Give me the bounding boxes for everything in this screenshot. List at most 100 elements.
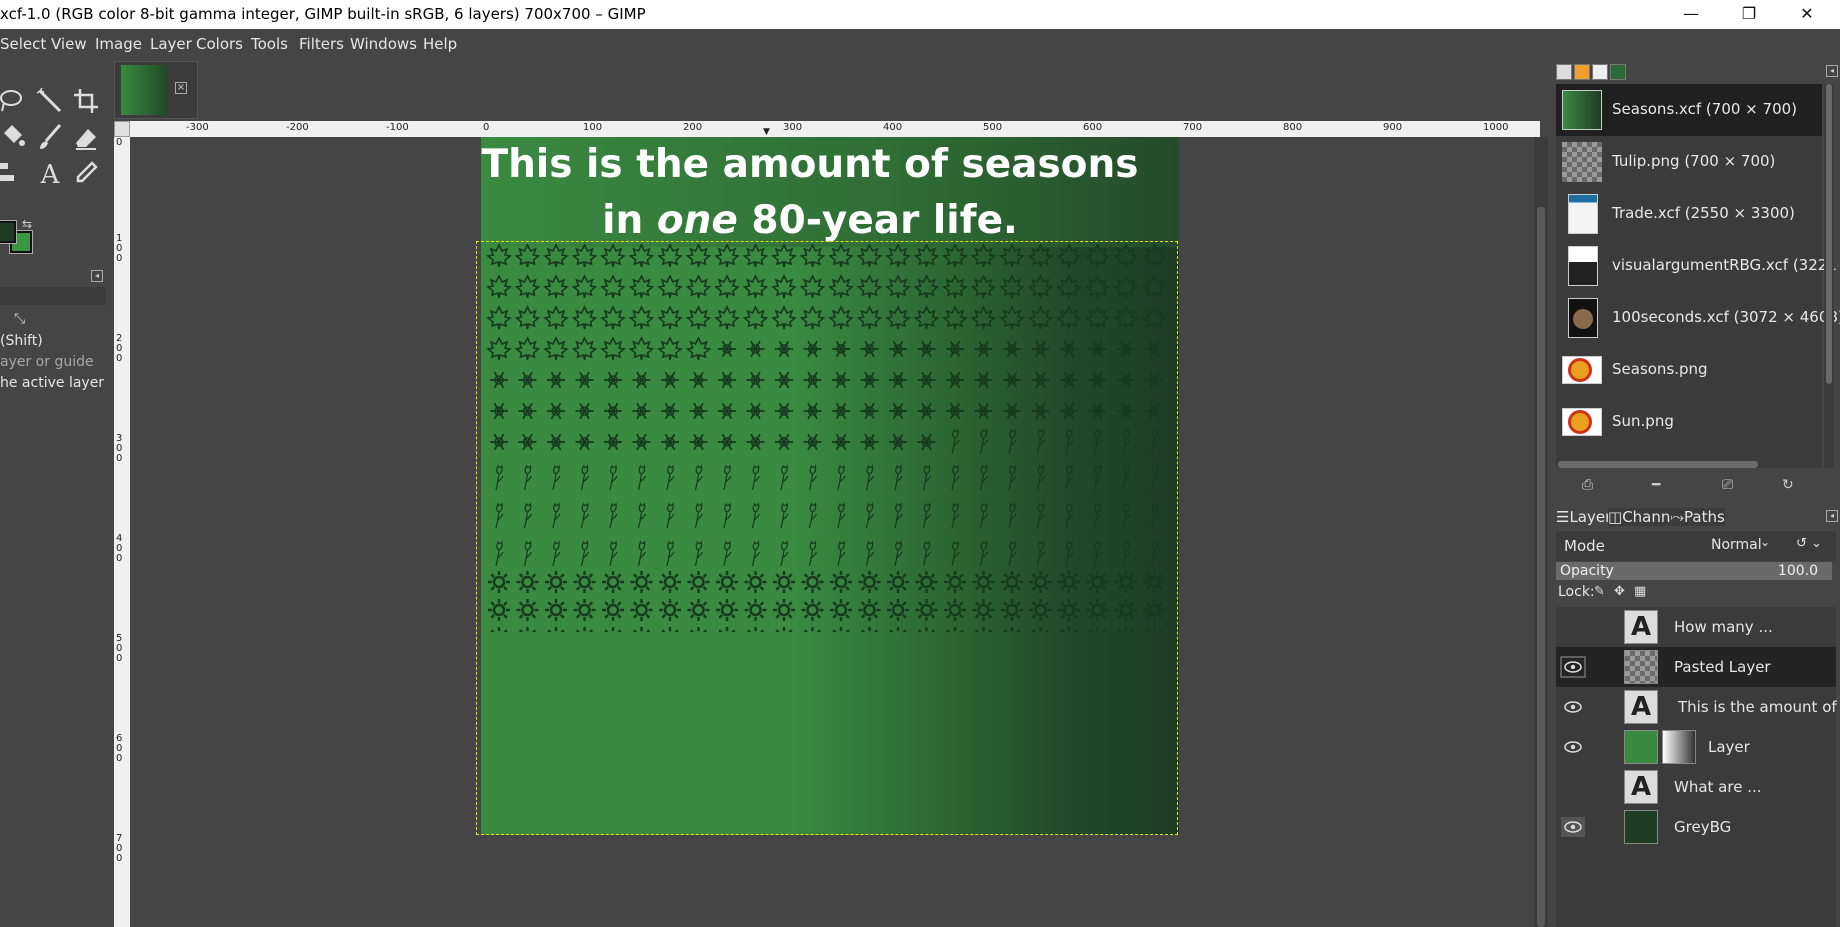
create-display-icon[interactable]: ⎚ — [1722, 477, 1733, 493]
bucket-fill-icon[interactable] — [0, 123, 26, 151]
image-list-item[interactable]: Seasons.png — [1556, 344, 1822, 396]
swap-colors-icon[interactable]: ⇆ — [22, 217, 32, 231]
image-list-item[interactable]: Seasons.xcf (700 × 700) — [1556, 84, 1822, 136]
visibility-eye-icon[interactable] — [1560, 656, 1586, 678]
text-layer-thumbnail: A — [1624, 770, 1658, 804]
restore-button[interactable]: ❐ — [1720, 0, 1778, 29]
menu-windows[interactable]: Windows — [350, 35, 417, 53]
layer-name[interactable]: Layer — [1708, 738, 1750, 756]
dock-menu-icon[interactable]: ◂ — [91, 270, 103, 282]
free-select-icon[interactable] — [0, 87, 26, 115]
image-name: Sun.png — [1612, 412, 1674, 430]
lock-label: Lock: — [1558, 584, 1595, 600]
ruler-label: 1 0 0 — [116, 233, 123, 264]
image-thumbnail — [1568, 246, 1598, 286]
layer-row[interactable]: Pasted Layer — [1556, 647, 1836, 687]
menu-view[interactable]: View — [51, 35, 87, 53]
menu-tools[interactable]: Tools — [251, 35, 288, 53]
close-tab-icon[interactable]: × — [175, 82, 187, 94]
layer-row[interactable]: A This is the amount of seas — [1556, 687, 1840, 727]
visibility-eye-icon[interactable] — [1560, 736, 1586, 758]
horizontal-ruler[interactable]: -300 -200 -100 0 100 200 300 400 500 600… — [130, 121, 1540, 137]
chevron-down-icon[interactable]: ⌄ — [1760, 535, 1770, 549]
lock-pixels-icon[interactable]: ✎ — [1594, 584, 1605, 599]
mode-select[interactable]: Normal — [1711, 537, 1762, 553]
lock-alpha-icon[interactable]: ▦ — [1634, 584, 1646, 599]
menu-image[interactable]: Image — [95, 35, 142, 53]
layer-name[interactable]: How many ... — [1674, 618, 1773, 636]
paintbrush-icon[interactable] — [36, 123, 64, 151]
image-list-item[interactable]: Trade.xcf (2550 × 3300) — [1556, 188, 1822, 240]
image-list-item[interactable]: Sun.png — [1556, 396, 1822, 448]
crop-icon[interactable] — [72, 87, 100, 115]
layer-mask-thumbnail[interactable] — [1662, 730, 1696, 764]
layer-row[interactable]: Layer — [1556, 727, 1836, 767]
lock-row: Lock: ✎ ✥ ▦ — [1556, 583, 1836, 603]
brush-tab-icon[interactable] — [1556, 64, 1572, 80]
images-vertical-scrollbar[interactable] — [1824, 84, 1834, 468]
raise-view-icon[interactable]: ⎙ — [1582, 477, 1593, 493]
headline-line-2-post: 80-year life. — [737, 198, 1018, 243]
opacity-slider[interactable]: Opacity 100.0 — [1556, 562, 1832, 580]
layer-name[interactable]: What are ... — [1674, 778, 1762, 796]
visibility-eye-icon[interactable] — [1560, 816, 1586, 838]
images-button-bar: ⎙ ━ ⎚ ↻ — [1556, 475, 1836, 499]
canvas-scroll-thumb[interactable] — [1537, 207, 1545, 927]
canvas-vertical-scrollbar[interactable] — [1534, 137, 1548, 927]
headline-line-1: This is the amount of seasons — [481, 142, 1139, 187]
canvas-area[interactable]: This is the amount of seasons in one 80-… — [130, 137, 1534, 927]
layer-row[interactable]: A What are ... — [1556, 767, 1836, 807]
color-picker-icon[interactable] — [72, 159, 100, 187]
menu-filters[interactable]: Filters — [299, 35, 344, 53]
image-list-item[interactable]: Tulip.png (700 × 700) — [1556, 136, 1822, 188]
refresh-icon[interactable]: ↻ — [1782, 477, 1794, 493]
remove-image-icon[interactable]: ━ — [1652, 477, 1660, 493]
ruler-corner[interactable] — [114, 121, 130, 137]
text-layer-thumbnail: A — [1624, 690, 1658, 724]
lock-position-icon[interactable]: ✥ — [1614, 584, 1625, 599]
mode-reset-icon[interactable]: ↺ ⌄ — [1796, 536, 1822, 551]
layer-name[interactable]: This is the amount of seas — [1678, 698, 1840, 716]
layer-name[interactable]: Pasted Layer — [1674, 658, 1771, 676]
menu-select[interactable]: Select — [0, 35, 46, 53]
image-tab-seasons[interactable]: × — [114, 61, 198, 119]
images-scroll-thumb[interactable] — [1826, 84, 1832, 384]
image-name: Trade.xcf (2550 × 3300) — [1612, 204, 1795, 222]
font-tab-icon[interactable] — [1592, 64, 1608, 80]
vertical-ruler[interactable]: 0 1 0 0 2 0 0 3 0 0 4 0 0 5 0 0 6 0 0 7 … — [114, 137, 130, 927]
minimize-button[interactable]: — — [1662, 0, 1720, 29]
ruler-label: -100 — [386, 122, 409, 133]
ruler-label: 200 — [683, 122, 703, 133]
close-button[interactable]: ✕ — [1778, 0, 1836, 29]
layer-name[interactable]: GreyBG — [1674, 818, 1731, 836]
shift-option-label[interactable]: (Shift) — [0, 333, 43, 349]
tab-paths[interactable]: ⤳Paths — [1672, 508, 1725, 526]
images-tab-icon[interactable] — [1610, 64, 1626, 80]
opacity-value[interactable]: 100.0 — [1778, 563, 1818, 579]
pattern-tab-icon[interactable] — [1574, 64, 1590, 80]
menu-help[interactable]: Help — [423, 35, 457, 53]
image-name: Tulip.png (700 × 700) — [1612, 152, 1776, 170]
menu-colors[interactable]: Colors — [196, 35, 243, 53]
layer-row[interactable]: A How many ... — [1556, 607, 1836, 647]
layer-row[interactable]: GreyBG — [1556, 807, 1836, 847]
image-list-item[interactable]: visualargumentRBG.xcf (3221 × 4 — [1556, 240, 1840, 292]
menu-layer[interactable]: Layer — [150, 35, 192, 53]
move-hint-layer-guide[interactable]: ayer or guide — [0, 354, 94, 370]
fuzzy-select-icon[interactable] — [36, 87, 64, 115]
layers-dock-menu-icon[interactable]: ◂ — [1826, 510, 1838, 522]
layer-thumbnail — [1624, 730, 1658, 764]
eraser-icon[interactable] — [72, 123, 100, 151]
images-hscroll-thumb[interactable] — [1558, 461, 1758, 468]
images-dock-menu-icon[interactable]: ◂ — [1826, 65, 1838, 77]
fg-bg-color-swatches: ⇆ — [0, 217, 40, 257]
visibility-eye-icon[interactable] — [1560, 696, 1586, 718]
text-icon[interactable]: A — [36, 159, 64, 190]
move-hint-active-layer[interactable]: he active layer — [0, 375, 104, 391]
images-horizontal-scrollbar[interactable] — [1556, 459, 1824, 469]
align-icon[interactable] — [0, 159, 26, 187]
image-name: 100seconds.xcf (3072 × 4608) — [1612, 308, 1840, 326]
image-list-item[interactable]: 100seconds.xcf (3072 × 4608) — [1556, 292, 1840, 344]
foreground-color-swatch[interactable] — [0, 220, 17, 244]
ruler-label: 7 0 0 — [116, 833, 123, 864]
